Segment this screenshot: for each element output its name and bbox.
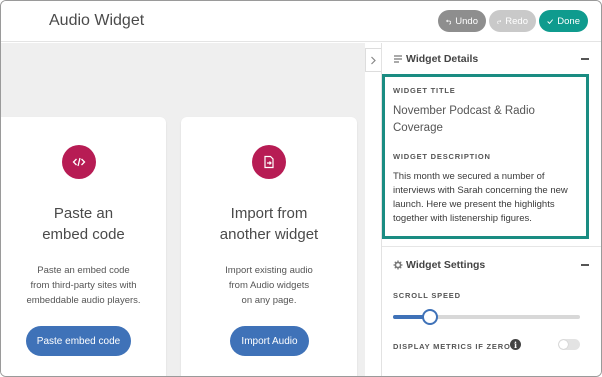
gear-icon — [393, 260, 403, 270]
card-description: Import existing audio from Audio widgets… — [225, 265, 313, 306]
widget-description-label: WIDGET DESCRIPTION — [393, 152, 491, 161]
redo-icon — [497, 19, 502, 24]
scroll-speed-label: SCROLL SPEED — [393, 291, 461, 300]
toggle-knob — [559, 340, 568, 349]
widget-title-field[interactable]: November Podcast & Radio Coverage — [393, 103, 573, 137]
widget-details-header[interactable]: Widget Details — [382, 43, 601, 75]
slider-thumb[interactable] — [422, 309, 439, 325]
card-title: Import from another widget — [219, 205, 319, 243]
done-button[interactable]: Done — [539, 10, 588, 32]
scroll-speed-slider[interactable] — [393, 309, 580, 325]
import-audio-button[interactable]: Import Audio — [230, 326, 309, 356]
collapse-section-icon[interactable] — [581, 58, 589, 60]
section-divider — [382, 246, 601, 247]
collapse-section-icon[interactable] — [581, 264, 589, 266]
done-label: Done — [557, 15, 580, 27]
display-metrics-label: DISPLAY METRICS IF ZERO — [393, 342, 511, 351]
app-window: Audio Widget Undo Redo Done Paste an emb… — [0, 0, 602, 377]
widget-title-label: WIDGET TITLE — [393, 86, 456, 95]
list-icon — [394, 55, 402, 63]
top-bar: Audio Widget Undo Redo Done — [1, 1, 601, 42]
redo-label: Redo — [505, 15, 528, 27]
card-title: Paste an embed code — [42, 205, 125, 243]
undo-button[interactable]: Undo — [438, 10, 486, 32]
widget-description-field[interactable]: This month we secured a number of interv… — [393, 170, 583, 226]
chevron-right-icon — [371, 56, 376, 64]
card-description: Paste an embed code from third-party sit… — [26, 265, 141, 306]
redo-button[interactable]: Redo — [489, 10, 536, 32]
paste-embed-code-button[interactable]: Paste embed code — [26, 326, 131, 356]
embed-code-card: Paste an embed code Paste an embed code … — [1, 117, 166, 376]
widget-settings-header[interactable]: Widget Settings — [382, 249, 601, 281]
undo-icon — [446, 19, 452, 24]
display-metrics-toggle[interactable] — [558, 339, 580, 350]
widget-canvas: Paste an embed code Paste an embed code … — [1, 43, 365, 376]
info-icon[interactable]: i — [510, 339, 521, 350]
import-file-icon — [252, 145, 286, 179]
settings-panel: Widget Details WIDGET TITLE November Pod… — [381, 43, 601, 376]
collapse-panel-button[interactable] — [365, 48, 381, 72]
checkmark-icon — [547, 18, 554, 24]
page-title: Audio Widget — [49, 12, 145, 29]
section-title: Widget Details — [406, 53, 479, 65]
code-icon — [62, 145, 96, 179]
import-widget-card: Import from another widget Import existi… — [181, 117, 357, 376]
section-title: Widget Settings — [406, 259, 486, 271]
undo-label: Undo — [455, 15, 478, 27]
